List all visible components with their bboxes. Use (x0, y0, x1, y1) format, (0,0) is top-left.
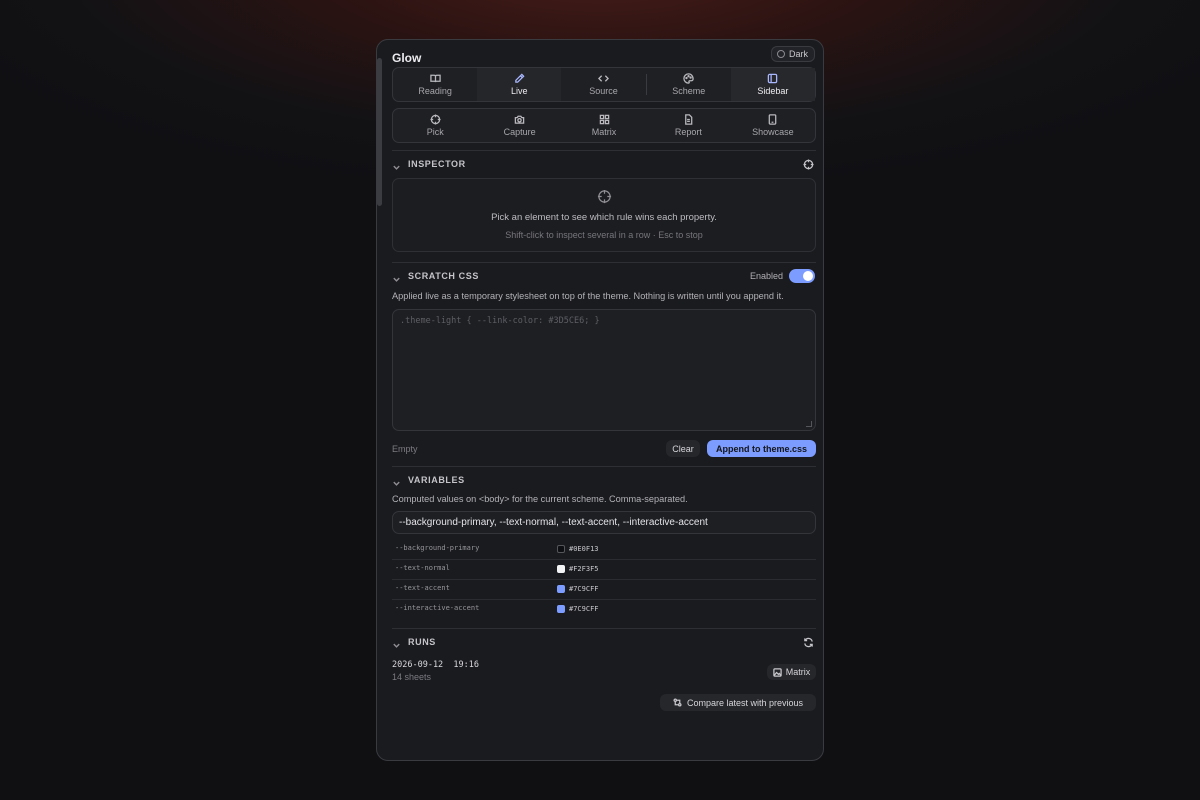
image-icon (773, 667, 782, 677)
tool-report-label: Report (674, 127, 702, 137)
color-swatch (557, 545, 565, 553)
runs-header[interactable]: RUNS (392, 635, 815, 651)
pencil-icon (514, 73, 525, 83)
scratch-css-placeholder: .theme-light { --link-color: #3D5CE6; } (400, 316, 600, 326)
theme-label: Dark (788, 49, 808, 59)
scratch-css-title: SCRATCH CSS (408, 271, 479, 281)
tool-matrix[interactable]: Matrix (562, 109, 646, 142)
variables-input[interactable]: --background-primary, --text-normal, --t… (392, 511, 816, 534)
table-row: --interactive-accent #7C9CFF (392, 600, 816, 620)
chevron-down-icon (392, 475, 401, 486)
tab-source[interactable]: Source (561, 68, 645, 101)
crosshair-icon (430, 114, 441, 125)
code-icon (598, 75, 609, 82)
inspector-title: INSPECTOR (408, 159, 466, 169)
resize-grip-icon[interactable] (806, 421, 812, 427)
tool-showcase[interactable]: Showcase (731, 109, 815, 142)
grid-icon (599, 114, 609, 125)
enabled-label: Enabled (749, 271, 783, 281)
variable-value: #7C9CFF (569, 585, 599, 593)
divider (392, 150, 816, 151)
enabled-toggle-group: Enabled (750, 269, 815, 283)
color-swatch (557, 605, 565, 613)
tab-live-label: Live (511, 86, 528, 96)
run-matrix-button[interactable]: Matrix (767, 664, 816, 680)
crosshair-icon[interactable] (803, 157, 815, 170)
camera-icon (514, 115, 525, 124)
scratch-css-description: Applied live as a temporary stylesheet o… (392, 291, 784, 301)
circle-icon (776, 50, 785, 58)
variables-title: VARIABLES (408, 475, 465, 485)
compare-runs-label: Compare latest with previous (686, 697, 804, 708)
divider (392, 262, 816, 263)
clear-button[interactable]: Clear (666, 440, 700, 457)
inspector-header[interactable]: INSPECTOR (392, 157, 815, 173)
tool-matrix-label: Matrix (591, 127, 617, 137)
variable-name: --background-primary (395, 544, 480, 552)
divider (392, 466, 816, 467)
tab-scheme[interactable]: Scheme (647, 68, 731, 101)
variable-value: #7C9CFF (569, 605, 599, 613)
variable-name: --text-normal (395, 564, 450, 572)
enabled-toggle[interactable] (789, 269, 815, 283)
variables-table: --background-primary #0E0F13 --text-norm… (392, 540, 816, 620)
app-title: Glow (392, 51, 422, 65)
tool-capture[interactable]: Capture (477, 109, 561, 142)
inspector-empty-state: Pick an element to see which rule wins e… (392, 178, 816, 252)
chevron-down-icon (392, 637, 401, 648)
table-row: --background-primary #0E0F13 (392, 540, 816, 560)
chevron-down-icon (392, 271, 401, 282)
variable-name: --interactive-accent (395, 604, 480, 612)
compare-icon (673, 698, 682, 707)
tool-capture-label: Capture (503, 127, 536, 137)
run-date: 2026-09-12 19:16 (392, 660, 479, 670)
append-to-theme-button[interactable]: Append to theme.css (707, 440, 816, 457)
table-row: --text-normal #F2F3F5 (392, 560, 816, 580)
run-sheet-count: 14 sheets (392, 672, 432, 682)
variable-name: --text-accent (395, 584, 450, 592)
tab-scheme-label: Scheme (672, 86, 706, 96)
mode-toolbar: Reading Live Source Scheme Sidebar (392, 67, 816, 102)
variable-value: #0E0F13 (569, 545, 599, 553)
tool-report[interactable]: Report (646, 109, 730, 142)
color-swatch (557, 565, 565, 573)
tools-toolbar: Pick Capture Matrix Report Showcase (392, 108, 816, 143)
scratch-css-editor[interactable]: .theme-light { --link-color: #3D5CE6; } (392, 309, 816, 431)
theme-toggle-chip[interactable]: Dark (770, 46, 815, 62)
color-swatch (557, 585, 565, 593)
variables-header[interactable]: VARIABLES (392, 473, 815, 489)
divider (392, 628, 816, 629)
scratch-css-header[interactable]: SCRATCH CSS Enabled (392, 269, 815, 285)
panel-scrollbar[interactable] (377, 58, 382, 206)
runs-title: RUNS (408, 637, 436, 647)
chevron-down-icon (392, 159, 401, 170)
tool-showcase-label: Showcase (752, 127, 794, 137)
inspector-message: Pick an element to see which rule wins e… (491, 212, 717, 223)
tablet-icon (768, 114, 777, 125)
tab-reading-label: Reading (418, 86, 452, 96)
refresh-icon[interactable] (803, 635, 815, 648)
inspector-hint: Shift-click to inspect several in a row … (505, 230, 703, 240)
crosshair-icon (597, 189, 612, 209)
tool-pick-label: Pick (426, 127, 444, 137)
compare-runs-button[interactable]: Compare latest with previous (660, 694, 816, 711)
palette-icon (683, 73, 694, 84)
document-icon (685, 114, 693, 125)
scratch-status: Empty (392, 444, 418, 454)
tab-source-label: Source (589, 86, 618, 96)
tab-sidebar-label: Sidebar (757, 86, 789, 96)
variable-value: #F2F3F5 (569, 565, 599, 573)
tab-reading[interactable]: Reading (393, 68, 477, 101)
table-row: --text-accent #7C9CFF (392, 580, 816, 600)
book-icon (429, 74, 441, 83)
variables-description: Computed values on <body> for the curren… (392, 494, 688, 504)
run-matrix-label: Matrix (785, 667, 811, 677)
tool-pick[interactable]: Pick (393, 109, 477, 142)
tab-sidebar[interactable]: Sidebar (730, 68, 816, 101)
sidebar-icon (768, 73, 778, 84)
tab-live[interactable]: Live (477, 68, 562, 101)
glow-panel: Glow Dark Reading Live Source Scheme Sid… (376, 39, 824, 761)
